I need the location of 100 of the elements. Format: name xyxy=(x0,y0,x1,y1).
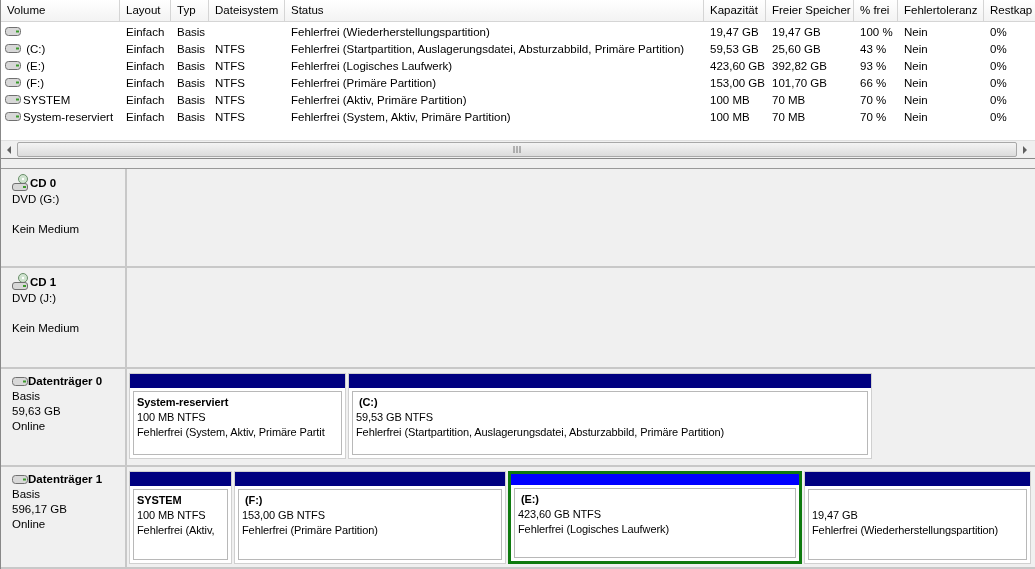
volume-row[interactable]: System-reserviert Einfach Basis NTFS Fehlerfrei (System, Aktiv, Primäre Partition) 100 MB 70 MB 70 % Nein 0% xyxy=(1,108,1035,125)
table-cell: 0% xyxy=(990,25,1007,38)
partition-block[interactable]: 19,47 GB Fehlerfrei (Wiederherstellungspartition) xyxy=(804,471,1031,564)
column-header[interactable]: Layout xyxy=(120,0,171,21)
table-cell: 19,47 GB xyxy=(710,25,759,38)
column-header[interactable]: % frei xyxy=(854,0,898,21)
table-cell: 101,70 GB xyxy=(772,76,827,89)
disk-name: CD 0 xyxy=(30,175,57,191)
partition-block[interactable]: (C:) 59,53 GB NTFS Fehlerfrei (Startpartition, Auslagerungsdatei, Absturzabbild, Primäre Partition) xyxy=(348,373,872,459)
table-cell: Fehlerfrei (Startpartition, Auslagerungsdatei, Absturzabbild, Primäre Partition) xyxy=(291,42,685,55)
table-cell: Einfach xyxy=(126,59,165,72)
partition-block[interactable]: (E:) 423,60 GB NTFS Fehlerfrei (Logisches Laufwerk) xyxy=(508,471,802,564)
drive-icon xyxy=(5,44,21,53)
table-cell: Fehlerfrei (Logisches Laufwerk) xyxy=(291,59,453,72)
table-cell: Nein xyxy=(904,93,928,106)
optical-drive-icon xyxy=(12,174,30,192)
grip-icon xyxy=(513,146,521,154)
horizontal-scrollbar[interactable] xyxy=(1,140,1035,159)
table-cell: Basis xyxy=(177,59,206,72)
table-cell-text: (F:) xyxy=(25,76,45,89)
partition-size: 423,60 GB NTFS xyxy=(518,507,602,522)
scrollbar-thumb[interactable] xyxy=(17,142,1017,158)
table-cell: Basis xyxy=(177,42,206,55)
partition-label: (E:) xyxy=(519,492,540,507)
table-cell: 0% xyxy=(990,76,1007,89)
column-header[interactable]: Freier Speicher xyxy=(766,0,854,21)
volume-row[interactable]: (F:) Einfach Basis NTFS Fehlerfrei (Primäre Partition) 153,00 GB 101,70 GB 66 % Nein 0% xyxy=(1,74,1035,91)
partition-size: 153,00 GB NTFS xyxy=(242,508,326,523)
table-cell: 70 % xyxy=(860,110,887,123)
column-header[interactable]: Restkap xyxy=(984,0,1035,21)
partition-status: Fehlerfrei (Wiederherstellungspartition) xyxy=(812,523,1000,538)
table-cell: 70 MB xyxy=(772,110,806,123)
disk-info: DVD (G:) xyxy=(12,192,61,207)
table-cell: Einfach xyxy=(126,110,165,123)
disk-label-panel[interactable]: CD 1 DVD (J:) Kein Medium xyxy=(1,268,127,367)
volume-row[interactable]: (C:) Einfach Basis NTFS Fehlerfrei (Startpartition, Auslagerungsdatei, Absturzabbild, Primäre Partition) 59,53 GB 25,60 GB 43 % Nein 0% xyxy=(1,40,1035,57)
table-cell: Fehlerfrei (System, Aktiv, Primäre Partition) xyxy=(291,110,511,123)
scroll-left-icon[interactable] xyxy=(5,145,13,154)
column-header[interactable]: Typ xyxy=(171,0,209,21)
table-cell: Basis xyxy=(177,76,206,89)
table-cell-text: (C:) xyxy=(25,42,46,55)
column-header[interactable]: Volume xyxy=(1,0,120,21)
partition-status: Fehlerfrei (Aktiv, xyxy=(137,523,216,538)
disk-label-panel[interactable]: CD 0 DVD (G:) Kein Medium xyxy=(1,169,127,266)
table-cell: Fehlerfrei (Aktiv, Primäre Partition) xyxy=(291,93,467,106)
disk-label-panel[interactable]: Datenträger 1 Basis 596,17 GB Online xyxy=(1,467,127,567)
table-cell: 59,53 GB xyxy=(710,42,759,55)
column-header[interactable]: Fehlertoleranz xyxy=(898,0,984,21)
disk-label-panel[interactable]: Datenträger 0 Basis 59,63 GB Online xyxy=(1,369,127,465)
partition-block[interactable]: System-reserviert 100 MB NTFS Fehlerfrei (System, Aktiv, Primäre Partit xyxy=(129,373,346,459)
disk-info: DVD (J:) xyxy=(12,291,58,306)
table-cell: Basis xyxy=(177,25,206,38)
table-cell: 70 MB xyxy=(772,93,806,106)
table-cell: NTFS xyxy=(215,76,246,89)
disk-info: Online xyxy=(12,419,47,434)
drive-icon xyxy=(5,112,21,121)
table-cell: 93 % xyxy=(860,59,887,72)
partition-block[interactable]: (F:) 153,00 GB NTFS Fehlerfrei (Primäre Partition) xyxy=(234,471,506,564)
column-header[interactable]: Kapazität xyxy=(704,0,766,21)
disk-info: Kein Medium xyxy=(12,222,81,237)
scroll-right-icon[interactable] xyxy=(1021,145,1029,154)
partition-status: Fehlerfrei (Primäre Partition) xyxy=(242,523,379,538)
partition-label: System-reserviert xyxy=(137,395,230,410)
column-header[interactable]: Dateisystem xyxy=(209,0,285,21)
partition-size: 19,47 GB xyxy=(812,508,859,523)
optical-drive-icon xyxy=(12,273,30,291)
disk-info: Basis xyxy=(12,487,42,502)
table-cell: Nein xyxy=(904,110,928,123)
volume-row[interactable]: SYSTEM Einfach Basis NTFS Fehlerfrei (Aktiv, Primäre Partition) 100 MB 70 MB 70 % Nein 0% xyxy=(1,91,1035,108)
table-cell: Basis xyxy=(177,93,206,106)
table-cell: NTFS xyxy=(215,42,246,55)
partition-status: Fehlerfrei (System, Aktiv, Primäre Partit xyxy=(137,425,326,440)
partition-block[interactable]: SYSTEM 100 MB NTFS Fehlerfrei (Aktiv, xyxy=(129,471,232,564)
partition-label: (C:) xyxy=(357,395,379,410)
disk-info: 59,63 GB xyxy=(12,404,62,419)
splitter-bar[interactable] xyxy=(1,159,1035,169)
partition-size: 100 MB NTFS xyxy=(137,410,207,425)
volume-row[interactable]: (E:) Einfach Basis NTFS Fehlerfrei (Logisches Laufwerk) 423,60 GB 392,82 GB 93 % Nein 0% xyxy=(1,57,1035,74)
table-cell: Fehlerfrei (Wiederherstellungspartition) xyxy=(291,25,490,38)
table-cell: System-reserviert xyxy=(23,110,114,123)
table-cell: 0% xyxy=(990,93,1007,106)
table-cell: 70 % xyxy=(860,93,887,106)
drive-icon xyxy=(12,377,28,386)
drive-icon xyxy=(12,475,28,484)
table-cell: 153,00 GB xyxy=(710,76,765,89)
disk-name: CD 1 xyxy=(30,274,57,290)
partition-label: (F:) xyxy=(243,493,264,508)
partition-size: 59,53 GB NTFS xyxy=(356,410,434,425)
table-cell: 423,60 GB xyxy=(710,59,765,72)
volume-row[interactable]: Einfach Basis Fehlerfrei (Wiederherstellungspartition) 19,47 GB 19,47 GB 100 % Nein 0% xyxy=(1,23,1035,40)
table-cell: SYSTEM xyxy=(23,93,71,106)
table-cell: 19,47 GB xyxy=(772,25,821,38)
table-cell-text: (E:) xyxy=(25,59,45,72)
table-cell: Nein xyxy=(904,42,928,55)
column-header[interactable]: Status xyxy=(285,0,704,21)
drive-icon xyxy=(5,61,21,70)
table-cell: Einfach xyxy=(126,76,165,89)
table-cell: 66 % xyxy=(860,76,887,89)
table-cell: Nein xyxy=(904,25,928,38)
disk-info: Online xyxy=(12,517,47,532)
